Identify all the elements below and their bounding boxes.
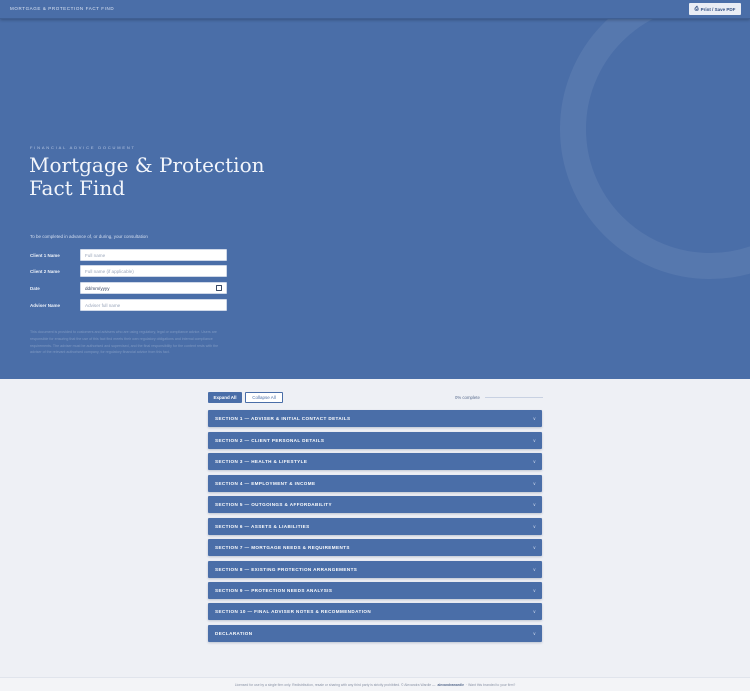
- date-label: Date: [30, 286, 40, 291]
- section-2-header[interactable]: SECTION 2 — CLIENT PERSONAL DETAILS ∨: [208, 432, 542, 449]
- chevron-down-icon: ∨: [532, 588, 536, 593]
- section-4-header[interactable]: SECTION 4 — EMPLOYMENT & INCOME ∨: [208, 475, 542, 492]
- top-bar: MORTGAGE & PROTECTION FACT FIND ⎙ Print …: [0, 0, 750, 19]
- chevron-down-icon: ∨: [532, 567, 536, 572]
- section-controls: Expand All Collapse All 0% complete: [208, 392, 543, 403]
- client-1-name-placeholder: Full name: [85, 252, 106, 258]
- declaration-header[interactable]: DECLARATION ∨: [208, 625, 542, 642]
- intro-text: To be completed in advance of, or during…: [30, 234, 148, 239]
- section-3-title: SECTION 3 — HEALTH & LIFESTYLE: [215, 459, 308, 464]
- calendar-icon[interactable]: [216, 285, 222, 291]
- date-value: dd/mm/yyyy: [85, 285, 110, 291]
- section-6-title: SECTION 6 — ASSETS & LIABILITIES: [215, 524, 310, 529]
- section-1-header[interactable]: SECTION 1 — ADVISER & INITIAL CONTACT DE…: [208, 410, 542, 427]
- section-7-title: SECTION 7 — MORTGAGE NEEDS & REQUIREMENT…: [215, 545, 350, 550]
- app-title: MORTGAGE & PROTECTION FACT FIND: [10, 6, 115, 11]
- adviser-name-label: Adviser Name: [30, 303, 61, 308]
- progress-bar: [485, 397, 543, 399]
- section-8-title: SECTION 8 — EXISTING PROTECTION ARRANGEM…: [215, 567, 358, 572]
- section-4-title: SECTION 4 — EMPLOYMENT & INCOME: [215, 481, 316, 486]
- client-2-name-input[interactable]: Full name (if applicable): [80, 265, 227, 277]
- chevron-down-icon: ∨: [532, 459, 536, 464]
- section-6-header[interactable]: SECTION 6 — ASSETS & LIABILITIES ∨: [208, 518, 542, 535]
- section-5-title: SECTION 5 — OUTGOINGS & AFFORDABILITY: [215, 502, 332, 507]
- chevron-down-icon: ∨: [532, 438, 536, 443]
- section-9-header[interactable]: SECTION 9 — PROTECTION NEEDS ANALYSIS ∨: [208, 582, 542, 599]
- hero-panel: FINANCIAL ADVICE DOCUMENT Mortgage & Pro…: [0, 19, 750, 379]
- section-10-header[interactable]: SECTION 10 — FINAL ADVISER NOTES & RECOM…: [208, 603, 542, 620]
- section-10-title: SECTION 10 — FINAL ADVISER NOTES & RECOM…: [215, 609, 372, 614]
- progress-text: 0% complete: [455, 395, 480, 400]
- chevron-down-icon: ∨: [532, 524, 536, 529]
- footer-link[interactable]: alexandrawardle: [437, 683, 464, 687]
- print-save-pdf-button[interactable]: ⎙ Print / Save PDF: [689, 3, 741, 15]
- section-7-header[interactable]: SECTION 7 — MORTGAGE NEEDS & REQUIREMENT…: [208, 539, 542, 556]
- footer-cta: · Want this branded to your firm?: [466, 682, 516, 687]
- client-2-name-placeholder: Full name (if applicable): [85, 268, 134, 274]
- section-8-header[interactable]: SECTION 8 — EXISTING PROTECTION ARRANGEM…: [208, 561, 542, 578]
- client-2-name-label: Client 2 Name: [30, 269, 60, 274]
- expand-all-button[interactable]: Expand All: [208, 392, 242, 403]
- footer: Licensed for use by a single firm only. …: [0, 677, 750, 691]
- printer-icon: ⎙: [694, 6, 699, 12]
- page-title: Mortgage & Protection Fact Find: [29, 154, 289, 200]
- chevron-down-icon: ∨: [532, 481, 536, 486]
- client-1-name-label: Client 1 Name: [30, 253, 60, 258]
- date-input[interactable]: dd/mm/yyyy: [80, 282, 227, 294]
- document-eyebrow: FINANCIAL ADVICE DOCUMENT: [30, 145, 136, 150]
- page-title-line-2: Fact Find: [29, 176, 125, 200]
- page-title-line-1: Mortgage & Protection: [29, 153, 265, 177]
- section-1-title: SECTION 1 — ADVISER & INITIAL CONTACT DE…: [215, 416, 351, 421]
- chevron-down-icon: ∨: [532, 631, 536, 636]
- chevron-down-icon: ∨: [532, 545, 536, 550]
- section-5-header[interactable]: SECTION 5 — OUTGOINGS & AFFORDABILITY ∨: [208, 496, 542, 513]
- section-3-header[interactable]: SECTION 3 — HEALTH & LIFESTYLE ∨: [208, 453, 542, 470]
- footer-licence-text: Licensed for use by a single firm only. …: [234, 682, 436, 687]
- adviser-name-placeholder: Adviser full name: [85, 302, 121, 308]
- declaration-title: DECLARATION: [215, 631, 253, 636]
- chevron-down-icon: ∨: [532, 502, 536, 507]
- decorative-ring: [560, 19, 750, 279]
- collapse-all-button[interactable]: Collapse All: [245, 392, 283, 403]
- section-2-title: SECTION 2 — CLIENT PERSONAL DETAILS: [215, 438, 325, 443]
- section-9-title: SECTION 9 — PROTECTION NEEDS ANALYSIS: [215, 588, 333, 593]
- disclaimer-text: This document is provided to customers a…: [30, 330, 219, 355]
- adviser-name-input[interactable]: Adviser full name: [80, 299, 227, 311]
- chevron-down-icon: ∨: [532, 416, 536, 421]
- print-button-label: Print / Save PDF: [700, 6, 736, 12]
- client-1-name-input[interactable]: Full name: [80, 249, 227, 261]
- chevron-down-icon: ∨: [532, 609, 536, 614]
